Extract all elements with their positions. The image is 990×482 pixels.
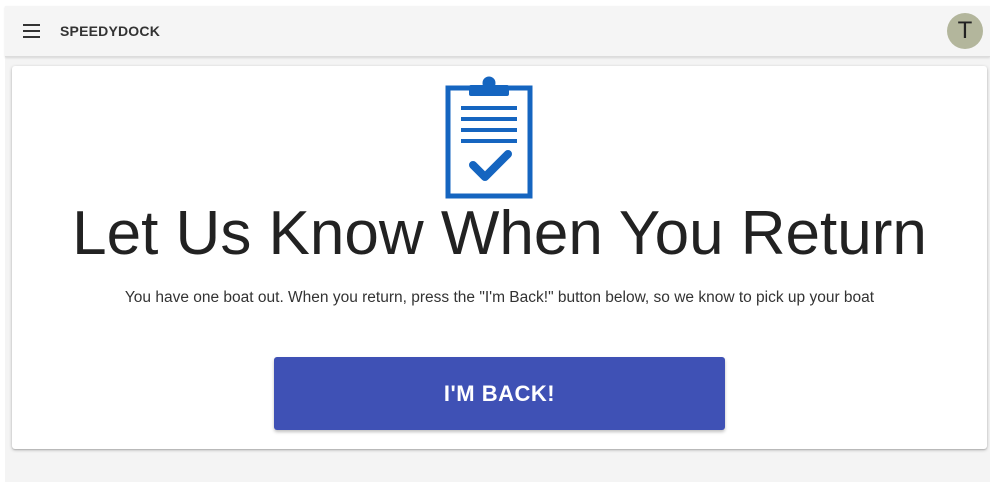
user-avatar[interactable]: T (947, 13, 983, 49)
return-card: Let Us Know When You Return You have one… (12, 66, 987, 449)
hamburger-menu-icon[interactable] (18, 19, 44, 43)
instruction-text: You have one boat out. When you return, … (124, 289, 875, 306)
app-bar: SPEEDYDOCK T (5, 6, 990, 57)
page-title: Let Us Know When You Return (72, 199, 927, 268)
im-back-button[interactable]: I'M BACK! (274, 357, 725, 430)
app-brand-title: SPEEDYDOCK (60, 23, 161, 39)
clipboard-check-icon (445, 76, 533, 199)
